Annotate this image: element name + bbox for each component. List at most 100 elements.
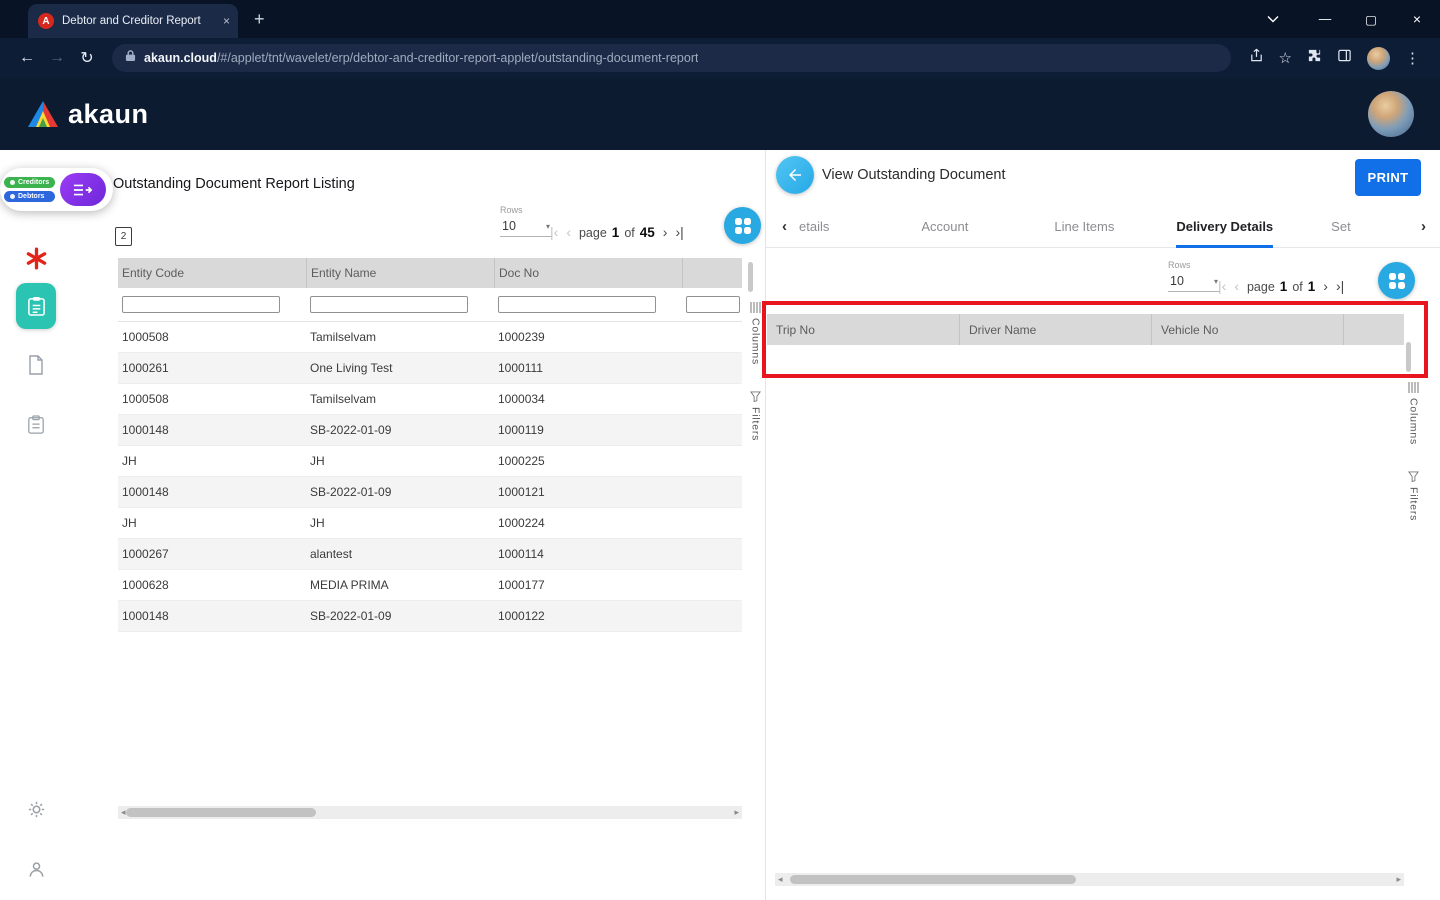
duplicate-page-icon[interactable]: 2 [115,227,132,246]
prev-page-icon[interactable]: ‹ [1234,278,1239,294]
column-header-vehicle-no[interactable]: Vehicle No [1151,314,1343,345]
share-icon[interactable] [1249,48,1264,68]
new-tab-button[interactable]: + [254,9,265,30]
maximize-button[interactable]: ▢ [1348,12,1394,27]
detail-title: View Outstanding Document [822,167,1006,183]
settings-gear-icon[interactable] [0,800,72,819]
star-icon[interactable]: ☆ [1279,49,1292,67]
filter-entity-name-input[interactable] [310,296,468,313]
columns-vertical-tab[interactable]: Columns [750,302,762,365]
creditors-badge[interactable]: Creditors [4,177,55,188]
filter-extra-input[interactable] [686,296,740,313]
tab-close-icon[interactable]: × [223,14,230,28]
report-table: Entity Code Entity Name Doc No 1000508Ta… [118,258,742,632]
table-row[interactable]: 1000261One Living Test1000111 [118,353,742,384]
first-page-icon[interactable]: |‹ [550,224,558,240]
table-row[interactable]: 1000508Tamilselvam1000034 [118,384,742,415]
scrollbar-thumb[interactable] [790,875,1076,884]
tab-account[interactable]: Account [921,206,968,248]
scroll-right-icon[interactable]: ▸ [1396,873,1401,886]
window-menu-chevron-icon[interactable] [1250,15,1296,23]
horizontal-scrollbar[interactable]: ◂ ▸ [775,873,1404,886]
profile-avatar[interactable] [1367,47,1390,70]
table-row[interactable]: 1000267alantest1000114 [118,539,742,570]
app-logo[interactable]: akaun [26,99,149,130]
url-bar[interactable]: akaun.cloud/#/applet/tnt/wavelet/erp/deb… [112,44,1231,72]
cell-entity-name: SB-2022-01-09 [306,609,494,623]
vertical-scrollbar-thumb[interactable] [1406,342,1411,372]
first-page-icon[interactable]: |‹ [1218,278,1226,294]
columns-icon [1408,382,1419,393]
debtors-badge-label: Debtors [18,193,44,200]
filter-doc-no-input[interactable] [498,296,656,313]
refresh-icon[interactable]: ↻ [72,48,102,68]
menu-kebab-icon[interactable]: ⋮ [1405,49,1420,67]
documents-icon[interactable] [0,355,72,375]
next-page-icon[interactable]: › [1323,278,1328,294]
side-panel-icon[interactable] [1337,48,1352,68]
vertical-scrollbar-thumb[interactable] [748,262,753,292]
extensions-icon[interactable] [1307,48,1322,68]
scrollbar-thumb[interactable] [126,808,316,817]
filters-vertical-tab[interactable]: Filters [1408,471,1420,521]
delivery-table-header: Trip No Driver Name Vehicle No [767,314,1404,345]
column-header-extra[interactable] [682,258,742,288]
rows-select[interactable]: 10 ▾ [500,219,552,237]
table-row[interactable]: 1000148SB-2022-01-091000119 [118,415,742,446]
cell-entity-name: One Living Test [306,361,494,375]
debtors-badge[interactable]: Debtors [4,191,55,202]
scroll-left-icon[interactable]: ◂ [778,873,783,886]
grid-view-button[interactable] [1378,262,1415,299]
table-row[interactable]: 1000148SB-2022-01-091000121 [118,477,742,508]
scroll-right-icon[interactable]: ▸ [734,806,739,819]
tab-settlement[interactable]: Set [1331,206,1351,248]
filters-vertical-tab[interactable]: Filters [750,391,762,441]
back-button[interactable] [776,156,814,194]
table-row[interactable]: JHJH1000224 [118,508,742,539]
pdf-export-icon[interactable] [0,246,72,271]
print-button[interactable]: PRINT [1355,159,1421,196]
table-row[interactable]: JHJH1000225 [118,446,742,477]
prev-page-icon[interactable]: ‹ [566,224,571,240]
tab-details[interactable]: etails [799,206,829,248]
tab-delivery-details[interactable]: Delivery Details [1176,206,1273,248]
filters-tab-label: Filters [750,407,762,441]
filter-entity-code-input[interactable] [122,296,280,313]
back-icon[interactable]: ← [12,49,42,67]
column-header-extra[interactable] [1343,314,1404,345]
forward-icon[interactable]: → [42,49,72,67]
horizontal-scrollbar[interactable]: ◂ ▸ [118,806,742,819]
column-header-trip-no[interactable]: Trip No [767,314,959,345]
profile-icon[interactable] [0,860,72,879]
column-header-doc-no[interactable]: Doc No [494,258,682,288]
minimize-button[interactable]: — [1302,12,1348,26]
tasks-icon[interactable] [0,415,72,435]
rows-select[interactable]: 10 ▾ [1168,274,1220,292]
applet-switcher[interactable]: Creditors Debtors [0,168,113,211]
browser-tab[interactable]: A Debtor and Creditor Report × [28,4,238,38]
table-row[interactable]: 1000508Tamilselvam1000239 [118,322,742,353]
table-row[interactable]: 1000628MEDIA PRIMA1000177 [118,570,742,601]
page-indicator: page 1 of 45 [579,225,655,240]
switcher-menu-button[interactable] [60,173,106,206]
brand-name: akaun [68,99,149,130]
column-header-entity-code[interactable]: Entity Code [118,258,306,288]
detail-panel: View Outstanding Document PRINT ‹ etails… [766,150,1440,900]
close-button[interactable]: × [1394,11,1440,27]
column-header-entity-name[interactable]: Entity Name [306,258,494,288]
grid-view-button[interactable] [724,207,761,244]
column-header-driver-name[interactable]: Driver Name [959,314,1151,345]
scroll-left-icon[interactable]: ◂ [121,806,126,819]
tabs-scroll-left-icon[interactable]: ‹ [782,218,787,235]
tabs-scroll-right-icon[interactable]: › [1421,218,1426,235]
columns-vertical-tab[interactable]: Columns [1408,382,1420,445]
next-page-icon[interactable]: › [663,224,668,240]
active-applet-button[interactable] [0,283,72,329]
badge-icon [10,180,15,185]
last-page-icon[interactable]: ›| [675,224,683,240]
last-page-icon[interactable]: ›| [1336,278,1344,294]
user-avatar[interactable] [1368,91,1414,137]
tab-line-items[interactable]: Line Items [1054,206,1114,248]
table-row[interactable]: 1000148SB-2022-01-091000122 [118,601,742,632]
cell-entity-code: 1000148 [118,485,306,499]
